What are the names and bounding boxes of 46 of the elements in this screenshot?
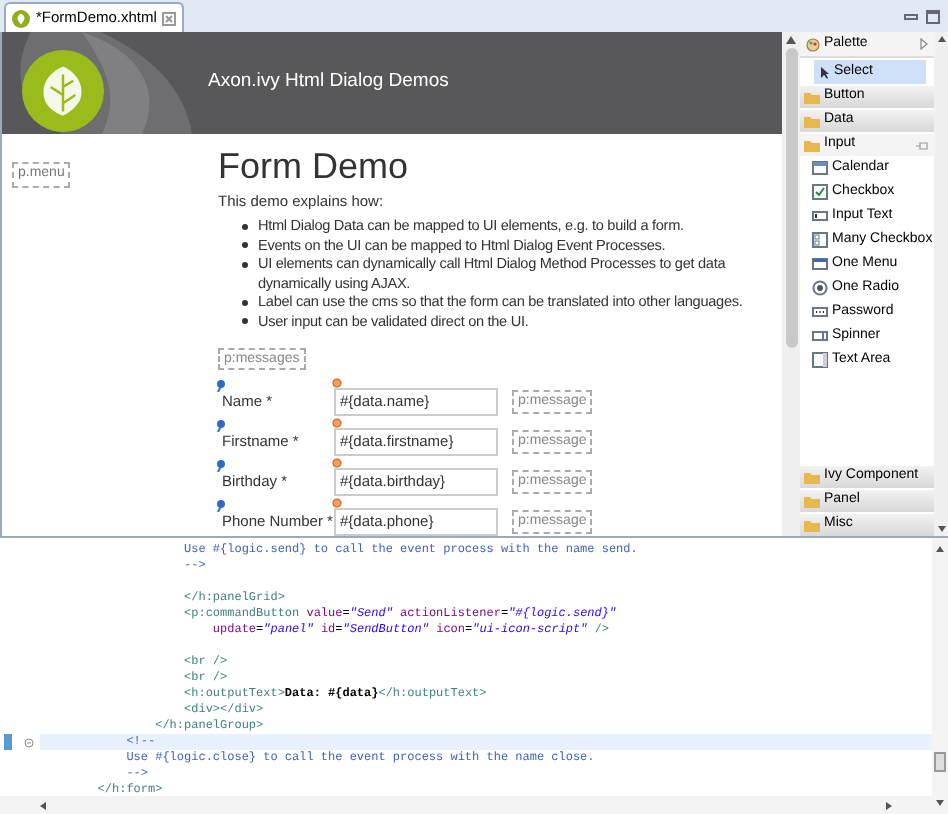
marker-icon bbox=[332, 418, 342, 428]
text-area-icon bbox=[812, 352, 828, 368]
close-icon[interactable] bbox=[162, 11, 177, 25]
logo-icon bbox=[22, 50, 104, 132]
expand-icon[interactable] bbox=[920, 38, 928, 50]
pin-icon bbox=[216, 460, 226, 472]
bullet-icon bbox=[242, 242, 248, 248]
radio-icon bbox=[812, 280, 828, 296]
checkbox-icon bbox=[812, 184, 828, 200]
calendar-icon bbox=[812, 160, 828, 176]
password-field-icon bbox=[812, 304, 828, 320]
checkbox-list-icon bbox=[812, 232, 828, 248]
scroll-right-icon[interactable] bbox=[886, 801, 892, 809]
bullet-icon bbox=[242, 299, 248, 305]
header-title: Axon.ivy Html Dialog Demos bbox=[208, 68, 449, 97]
scroll-up-icon[interactable] bbox=[786, 36, 796, 44]
palette-scrollbar[interactable] bbox=[934, 32, 948, 536]
pin-icon bbox=[216, 420, 226, 432]
fold-icon[interactable] bbox=[24, 737, 34, 747]
scroll-up-icon[interactable] bbox=[937, 36, 945, 42]
scroll-left-icon[interactable] bbox=[40, 801, 46, 809]
scroll-up-icon[interactable] bbox=[936, 546, 944, 552]
scrollbar-thumb[interactable] bbox=[785, 48, 797, 348]
pointer-icon bbox=[820, 65, 830, 79]
bullet-icon bbox=[242, 261, 248, 267]
text-field-icon bbox=[812, 208, 828, 224]
bullet-icon bbox=[242, 223, 248, 229]
scroll-down-icon[interactable] bbox=[936, 800, 944, 806]
scroll-down-icon[interactable] bbox=[937, 526, 945, 532]
scrollbar-thumb[interactable] bbox=[934, 751, 946, 771]
marker-icon bbox=[332, 378, 342, 388]
pin-icon[interactable] bbox=[916, 141, 928, 149]
marker-icon bbox=[332, 458, 342, 468]
dropdown-icon bbox=[812, 256, 828, 272]
pin-icon bbox=[216, 380, 226, 392]
bullet-icon bbox=[242, 318, 248, 324]
page-heading: Form Demo bbox=[218, 146, 411, 186]
palette-icon bbox=[806, 37, 820, 51]
leaf-icon bbox=[12, 9, 30, 27]
horizontal-scrollbar[interactable] bbox=[0, 796, 932, 814]
editor-scrollbar[interactable] bbox=[932, 538, 948, 814]
maximize-icon[interactable] bbox=[926, 9, 940, 23]
pin-icon bbox=[216, 500, 226, 512]
minimize-icon[interactable] bbox=[904, 11, 918, 21]
spinner-icon bbox=[812, 328, 828, 344]
marker-icon bbox=[332, 498, 342, 508]
